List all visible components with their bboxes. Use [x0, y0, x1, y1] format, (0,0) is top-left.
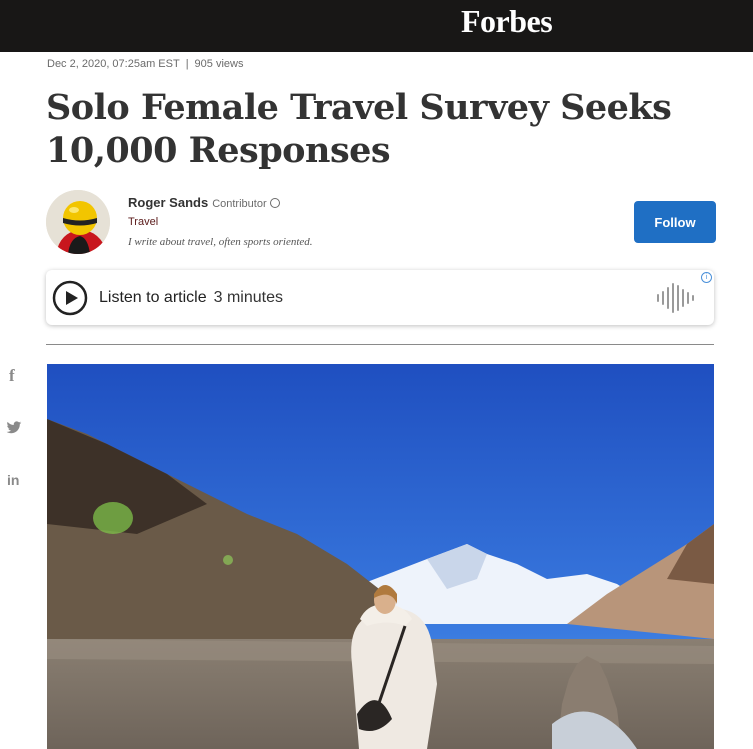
top-bar: Forbes	[0, 0, 753, 52]
play-icon[interactable]	[52, 280, 88, 316]
article-hero-image	[47, 364, 714, 749]
audio-info-icon[interactable]: i	[701, 272, 712, 283]
audio-duration: 3 minutes	[213, 289, 283, 306]
publish-date: Dec 2, 2020, 07:25am EST	[47, 58, 180, 70]
audio-player[interactable]: Listen to article 3 minutes i	[46, 270, 714, 325]
author-section-link[interactable]: Travel	[128, 216, 158, 228]
linkedin-icon[interactable]: in	[7, 472, 19, 488]
waveform-icon	[657, 283, 694, 313]
follow-button[interactable]: Follow	[634, 201, 716, 243]
twitter-icon[interactable]	[6, 421, 22, 435]
author-avatar[interactable]	[46, 190, 110, 254]
author-bio: I write about travel, often sports orien…	[128, 236, 313, 248]
forbes-logo[interactable]: Forbes	[461, 3, 553, 40]
listen-label-row: Listen to article 3 minutes	[99, 289, 283, 307]
article-meta: Dec 2, 2020, 07:25am EST | 905 views	[47, 58, 243, 70]
contributor-info-icon[interactable]	[269, 197, 280, 208]
view-count: 905 views	[194, 58, 244, 70]
facebook-icon[interactable]: f	[9, 366, 15, 386]
header-divider	[46, 344, 714, 345]
article-title: Solo Female Travel Survey Seeks 10,000 R…	[46, 87, 672, 171]
author-line: Roger Sands Contributor	[128, 195, 280, 210]
meta-separator: |	[185, 58, 189, 70]
author-name[interactable]: Roger Sands	[128, 195, 208, 210]
listen-label: Listen to article	[99, 289, 207, 306]
author-role: Contributor	[212, 198, 267, 210]
